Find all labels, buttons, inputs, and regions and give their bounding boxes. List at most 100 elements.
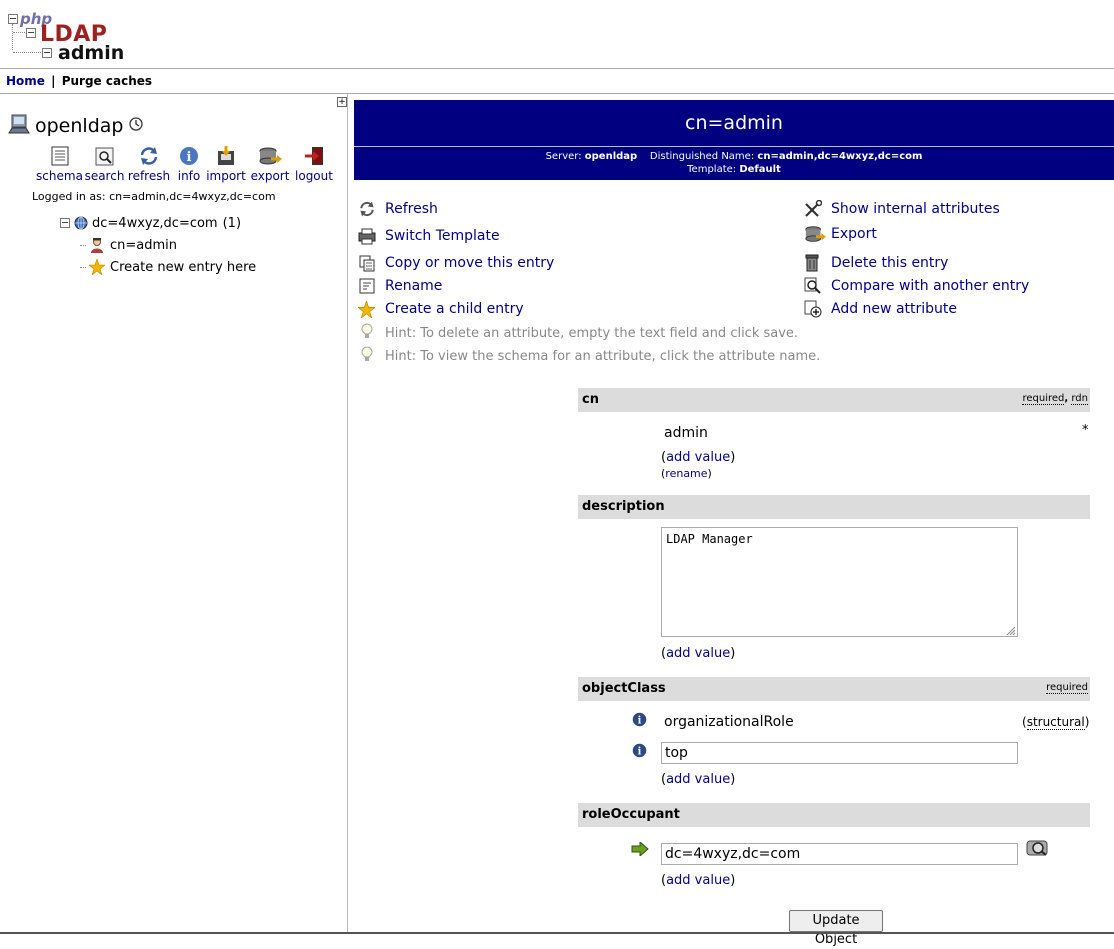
delete-action[interactable]: Delete this entry	[804, 253, 948, 273]
required-flag: required	[1046, 682, 1088, 694]
create-new-entry-link[interactable]: Create new entry here	[110, 260, 256, 275]
compare-action[interactable]: Compare with another entry	[804, 276, 1029, 296]
purge-caches-link[interactable]: Purge caches	[62, 74, 152, 88]
rename-icon	[358, 276, 380, 296]
compare-link[interactable]: Compare with another entry	[831, 278, 1029, 294]
rename-link[interactable]: Rename	[385, 278, 442, 294]
resize-grip-icon[interactable]	[1005, 624, 1016, 636]
tree-root-row[interactable]: dc=4wxyz,dc=com (1)	[60, 212, 256, 234]
tool-label: import	[206, 169, 246, 183]
entry-header: cn=admin Server: openldap Distinguished …	[354, 100, 1114, 180]
trash-icon	[804, 253, 826, 273]
create-child-link[interactable]: Create a child entry	[385, 301, 524, 317]
copy-icon	[358, 253, 380, 273]
svg-text:i: i	[638, 715, 642, 726]
attr-flags: required	[1046, 682, 1088, 694]
tool-label: info	[177, 169, 201, 183]
add-value-link[interactable]: add value	[666, 873, 730, 888]
update-object-button[interactable]: Update Object	[789, 910, 883, 947]
user-icon	[89, 237, 105, 253]
description-textarea[interactable]: LDAP Manager	[661, 527, 1018, 637]
tool-export[interactable]: export	[246, 143, 294, 183]
tool-search[interactable]: search	[83, 143, 126, 183]
tool-info[interactable]: i info	[172, 143, 206, 183]
logo-tree-box-icon	[42, 48, 52, 58]
star-icon	[358, 299, 380, 319]
export-link[interactable]: Export	[831, 226, 877, 242]
tree-line	[80, 266, 86, 268]
tree-root-link[interactable]: dc=4wxyz,dc=com	[92, 216, 218, 231]
attr-name-description[interactable]: description	[582, 499, 665, 514]
schema-icon	[49, 143, 71, 169]
tree-line	[80, 244, 86, 246]
objectclass-add-value: (add value)	[661, 772, 736, 787]
add-value-link[interactable]: add value	[666, 450, 730, 465]
logo-tree-line	[13, 32, 25, 33]
info-icon[interactable]: i	[632, 743, 647, 762]
hint-delete: Hint: To delete an attribute, empty the …	[360, 323, 798, 343]
top-divider	[0, 68, 1114, 69]
copy-move-action[interactable]: Copy or move this entry	[358, 253, 554, 273]
server-header: openldap	[8, 113, 144, 139]
server-value: openldap	[584, 151, 638, 162]
add-attribute-action[interactable]: Add new attribute	[804, 299, 957, 319]
description-add-value: (add value)	[661, 646, 736, 661]
refresh-action[interactable]: Refresh	[358, 199, 438, 219]
refresh-link[interactable]: Refresh	[385, 201, 438, 217]
rdn-flag: rdn	[1071, 393, 1088, 405]
objectclass-input-2[interactable]: top	[661, 742, 1018, 764]
hint-text: Hint: To view the schema for an attribut…	[385, 348, 821, 364]
server-icon	[8, 113, 30, 139]
hint-text: Hint: To delete an attribute, empty the …	[385, 325, 799, 341]
switch-template-link[interactable]: Switch Template	[385, 228, 500, 244]
tool-schema[interactable]: schema	[36, 143, 83, 183]
rename-value-link[interactable]: rename	[665, 467, 707, 480]
logo-tree-line	[12, 24, 13, 50]
tool-label: refresh	[127, 169, 171, 183]
lightbulb-icon	[360, 323, 380, 343]
expand-panel-icon[interactable]: +	[337, 97, 347, 107]
switch-template-action[interactable]: Switch Template	[358, 226, 500, 246]
cn-value: admin	[661, 423, 1016, 443]
rename-action[interactable]: Rename	[358, 276, 442, 296]
add-value-link[interactable]: add value	[666, 646, 730, 661]
info-icon: i	[179, 143, 199, 169]
tree-item-admin-link[interactable]: cn=admin	[110, 238, 177, 253]
tool-import[interactable]: import	[206, 143, 246, 183]
create-child-action[interactable]: Create a child entry	[358, 299, 524, 319]
required-flag: required	[1022, 393, 1065, 405]
logged-in-text: Logged in as: cn=admin,dc=4wxyz,dc=com	[32, 190, 276, 203]
add-attribute-link[interactable]: Add new attribute	[831, 301, 957, 317]
tree-item[interactable]: cn=admin	[60, 234, 256, 256]
arrow-right-icon	[631, 840, 649, 860]
refresh-icon	[358, 199, 380, 219]
server-name-link[interactable]: openldap	[35, 115, 123, 137]
objectclass-value-1: organizationalRole	[664, 714, 794, 730]
delete-link[interactable]: Delete this entry	[831, 255, 948, 271]
attr-name-cn[interactable]: cn	[582, 392, 599, 407]
info-icon[interactable]: i	[632, 712, 647, 731]
tools-icon	[804, 199, 826, 219]
server-label: Server:	[545, 151, 582, 162]
tool-logout[interactable]: logout	[294, 143, 334, 183]
copy-move-link[interactable]: Copy or move this entry	[385, 255, 554, 271]
attr-name-roleoccupant[interactable]: roleOccupant	[582, 807, 680, 822]
find-dn-icon[interactable]	[1026, 838, 1050, 862]
tree-create-row[interactable]: Create new entry here	[60, 256, 256, 278]
server-toolbar: schema search refresh i info import expo…	[36, 143, 334, 183]
nav-separator: |	[51, 74, 56, 88]
tool-refresh[interactable]: refresh	[126, 143, 172, 183]
ldap-tree: dc=4wxyz,dc=com (1) cn=admin Create new …	[60, 212, 256, 278]
roleoccupant-input[interactable]: dc=4wxyz,dc=com	[661, 843, 1018, 865]
attr-header-roleoccupant: roleOccupant	[578, 803, 1090, 827]
collapse-tree-icon[interactable]	[60, 218, 70, 228]
attr-name-objectclass[interactable]: objectClass	[582, 681, 666, 696]
switch-template-icon	[358, 226, 380, 246]
export-action[interactable]: Export	[804, 224, 877, 244]
dn-label: Distinguished Name:	[649, 151, 755, 162]
home-link[interactable]: Home	[6, 74, 45, 88]
add-value-link[interactable]: add value	[666, 772, 730, 787]
show-internal-action[interactable]: Show internal attributes	[804, 199, 1000, 219]
show-internal-link[interactable]: Show internal attributes	[831, 201, 1000, 217]
clock-icon[interactable]	[129, 117, 144, 135]
